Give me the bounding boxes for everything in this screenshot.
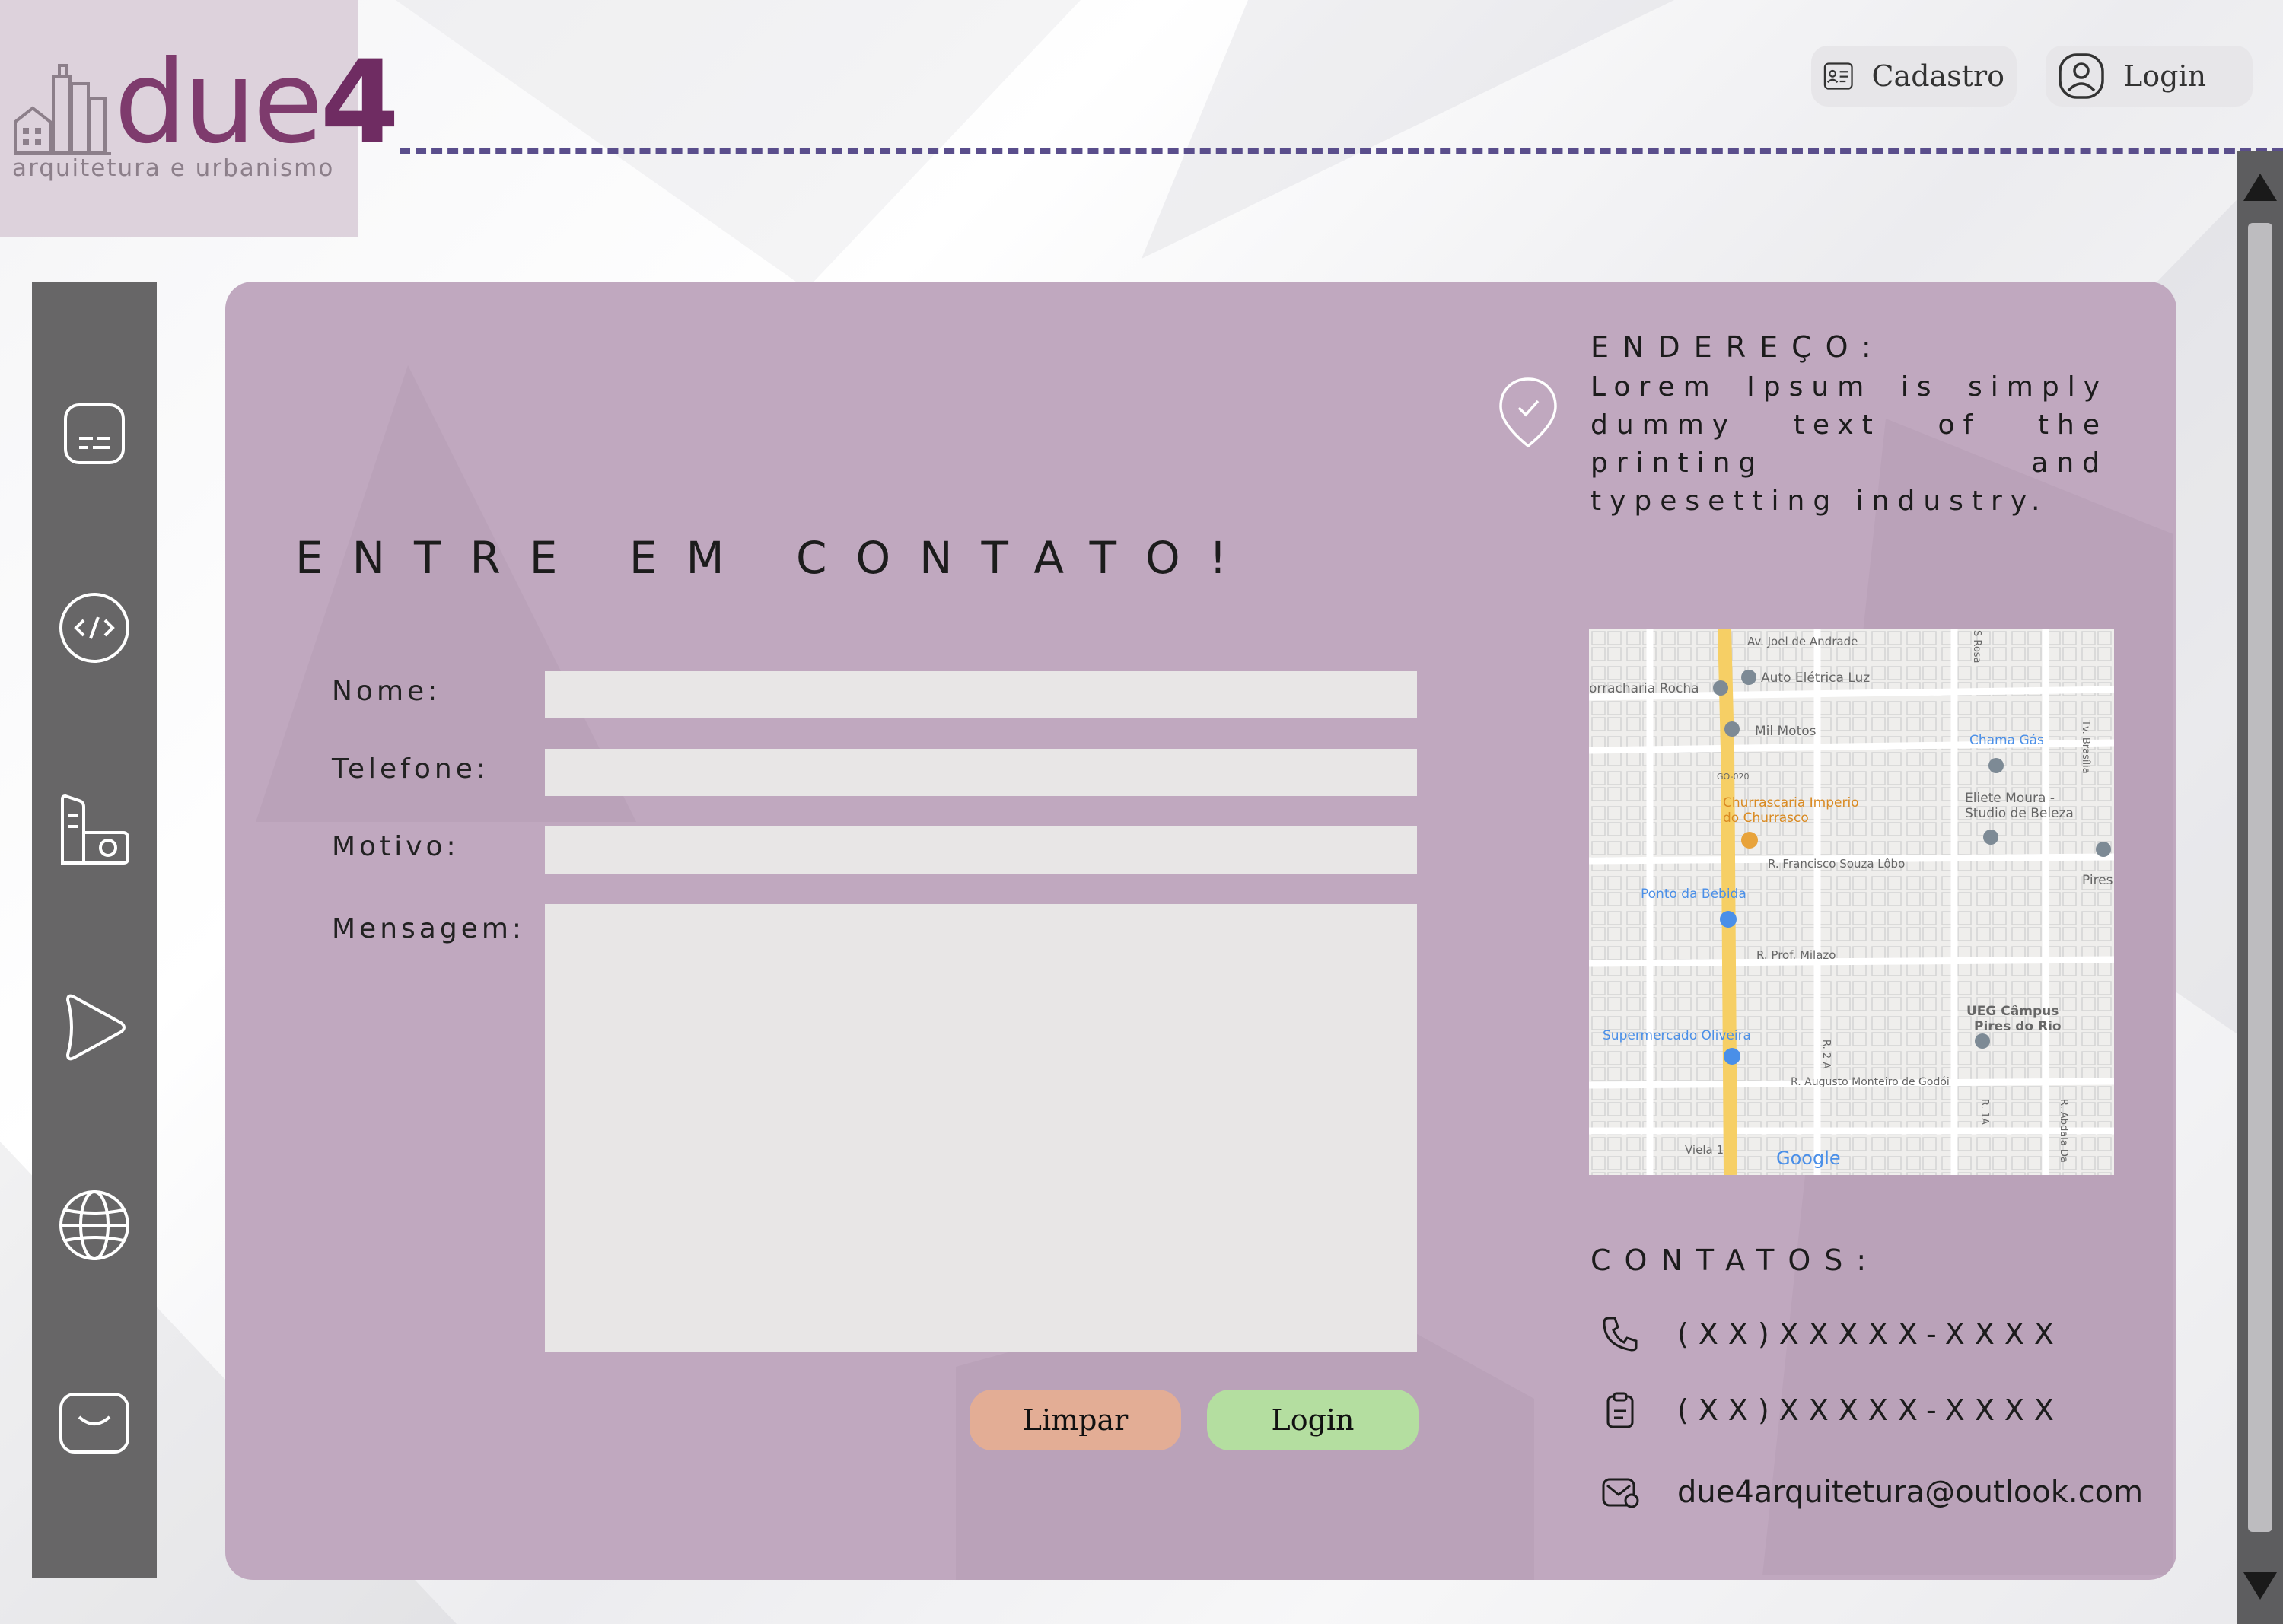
header-divider (400, 148, 2283, 154)
address-text: Lorem Ipsum is simply dummy text of the … (1590, 371, 2108, 517)
contacts-heading: CONTATOS: (1590, 1243, 1880, 1277)
svg-text:do Churrasco: do Churrasco (1723, 810, 1809, 826)
svg-text:Av. Joel de Andrade: Av. Joel de Andrade (1747, 635, 1858, 648)
logo-wordmark: due4 (114, 37, 400, 169)
login-button[interactable]: Login (2046, 46, 2253, 107)
background-facet (396, 0, 1081, 289)
page-title: ENTRE EM CONTATO! (295, 531, 1256, 584)
motivo-input[interactable] (545, 826, 1417, 874)
email-row[interactable]: due4arquitetura@outlook.com (1601, 1473, 2143, 1511)
svg-text:R. Abdala Da: R. Abdala Da (2058, 1099, 2069, 1163)
svg-text:Pires: Pires (2082, 873, 2113, 888)
whatsapp-row[interactable]: (XX)XXXXX-XXXX (1601, 1391, 2064, 1429)
play-icon[interactable] (56, 989, 132, 1065)
scroll-up-arrow-icon[interactable] (2243, 174, 2277, 201)
motivo-label: Motivo: (332, 831, 460, 862)
map-brand: Google (1776, 1148, 1841, 1169)
svg-text:Pires do Rio: Pires do Rio (1974, 1019, 2062, 1034)
map-canvas: Av. Joel de Andrade Auto Elétrica Luz or… (1589, 629, 2114, 1175)
svg-text:orracharia Rocha: orracharia Rocha (1589, 681, 1699, 696)
nome-input[interactable] (545, 671, 1417, 718)
svg-text:R. 2-A: R. 2-A (1820, 1040, 1832, 1069)
user-icon (2059, 53, 2104, 99)
svg-text:R. 1A: R. 1A (1979, 1099, 1990, 1125)
phone-row[interactable]: (XX)XXXXX-XXXX (1601, 1315, 2064, 1353)
scroll-thumb[interactable] (2248, 223, 2272, 1532)
svg-text:Supermercado Oliveira: Supermercado Oliveira (1603, 1028, 1751, 1043)
svg-text:GO-020: GO-020 (1717, 772, 1749, 782)
location-pin-icon (1499, 377, 1557, 448)
svg-text:Studio de Beleza: Studio de Beleza (1965, 806, 2074, 821)
inbox-icon[interactable] (56, 1385, 132, 1461)
svg-text:Mil Motos: Mil Motos (1755, 724, 1817, 739)
cadastro-label: Cadastro (1871, 59, 2004, 93)
svg-text:S Rosa: S Rosa (1971, 630, 1982, 664)
address-heading: ENDEREÇO: (1590, 330, 1885, 364)
whatsapp-number: (XX)XXXXX-XXXX (1677, 1393, 2064, 1427)
svg-text:Tv. Brasília: Tv. Brasília (2080, 719, 2091, 774)
svg-text:Churrascaria Imperio: Churrascaria Imperio (1723, 795, 1859, 810)
code-icon[interactable] (56, 590, 132, 666)
mail-icon (1602, 1478, 1639, 1508)
email-address: due4arquitetura@outlook.com (1677, 1475, 2144, 1510)
svg-text:Auto Elétrica Luz: Auto Elétrica Luz (1761, 670, 1870, 686)
scrollbar[interactable] (2237, 151, 2283, 1624)
mensagem-textarea[interactable] (545, 904, 1417, 1352)
logo[interactable]: due4 arquitetura e urbanismo (0, 0, 400, 237)
building-logo-icon (14, 64, 111, 155)
svg-text:R. Prof. Milazo: R. Prof. Milazo (1756, 948, 1836, 962)
login-label: Login (2123, 59, 2207, 93)
svg-text:Viela 1: Viela 1 (1685, 1143, 1724, 1157)
clipboard-icon (1606, 1392, 1634, 1428)
svg-text:Ponto da Bebida: Ponto da Bebida (1641, 887, 1746, 902)
mensagem-label: Mensagem: (332, 913, 526, 944)
svg-text:Eliete Moura -: Eliete Moura - (1965, 791, 2055, 806)
svg-text:Chama Gás: Chama Gás (1969, 733, 2044, 748)
background-facet (1142, 0, 1674, 259)
svg-text:R. Augusto Monteiro de Godói: R. Augusto Monteiro de Godói (1791, 1076, 1950, 1088)
svg-text:UEG Câmpus: UEG Câmpus (1966, 1004, 2059, 1019)
phone-icon (1603, 1317, 1638, 1352)
phone-number: (XX)XXXXX-XXXX (1677, 1317, 2064, 1351)
buildings-icon[interactable] (56, 791, 132, 868)
contact-card: ENTRE EM CONTATO! Nome: Telefone: Motivo… (225, 282, 2176, 1580)
telefone-input[interactable] (545, 749, 1417, 796)
nome-label: Nome: (332, 676, 441, 707)
sidebar (32, 282, 157, 1578)
scroll-down-arrow-icon[interactable] (2243, 1572, 2277, 1600)
subtitles-icon[interactable] (56, 396, 132, 472)
submit-button[interactable]: Login (1207, 1390, 1419, 1450)
cadastro-button[interactable]: Cadastro (1811, 46, 2017, 107)
id-card-icon (1823, 62, 1853, 90)
telefone-label: Telefone: (332, 753, 489, 785)
globe-icon[interactable] (56, 1187, 132, 1263)
svg-text:R. Francisco Souza Lôbo: R. Francisco Souza Lôbo (1768, 857, 1905, 871)
logo-tagline: arquitetura e urbanismo (12, 154, 335, 182)
clear-button[interactable]: Limpar (970, 1390, 1181, 1450)
location-map[interactable]: Av. Joel de Andrade Auto Elétrica Luz or… (1589, 629, 2114, 1175)
